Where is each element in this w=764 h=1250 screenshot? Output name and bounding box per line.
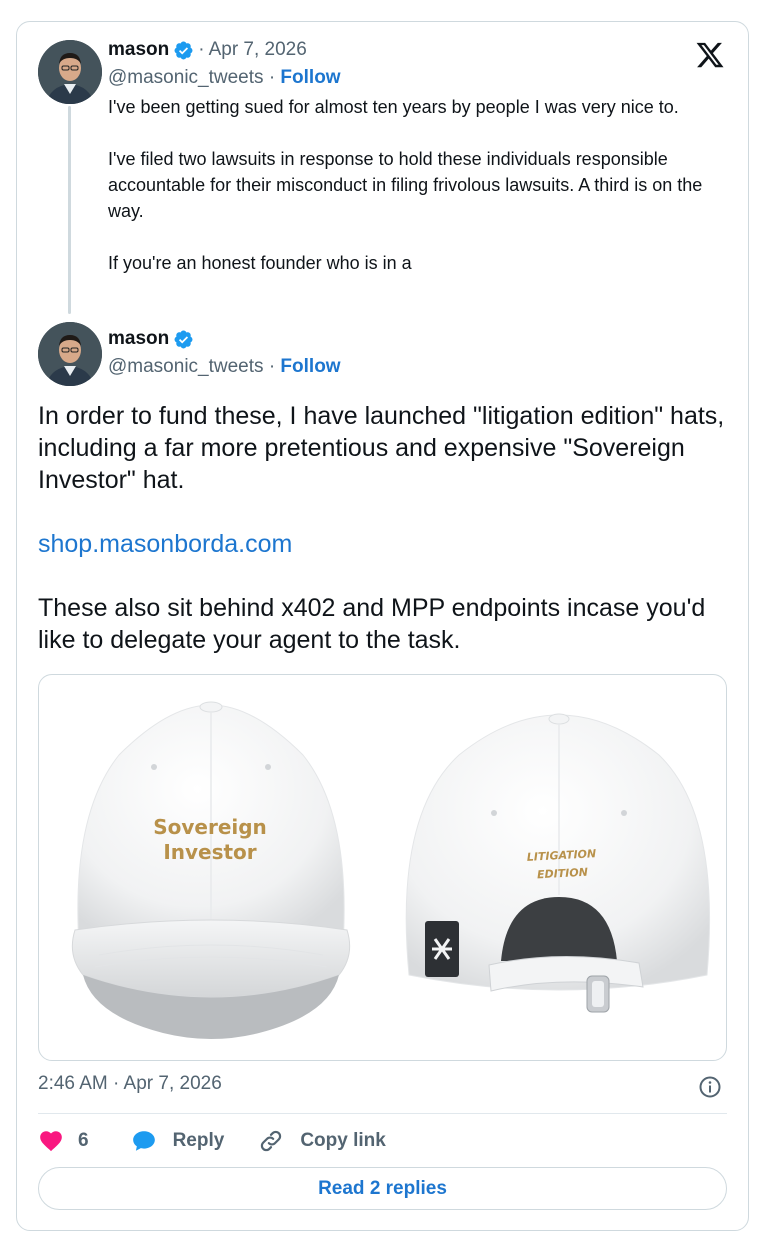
verified-badge-icon bbox=[174, 330, 193, 348]
hats-photo bbox=[71, 701, 711, 1039]
heart-icon bbox=[40, 1131, 62, 1152]
reply-label: Reply bbox=[172, 1130, 225, 1151]
like-count: 6 bbox=[78, 1130, 89, 1151]
main-handle-separator: · bbox=[268, 356, 281, 377]
verified-badge-icon bbox=[174, 41, 193, 59]
hat-back-embroidery: LITIGATION EDITION bbox=[506, 844, 618, 886]
main-author-avatar[interactable] bbox=[38, 322, 102, 386]
main-paragraph-1: In order to fund these, I have launched … bbox=[38, 402, 725, 494]
main-follow-button[interactable]: Follow bbox=[280, 356, 340, 377]
reply-button[interactable]: Reply bbox=[131, 1128, 225, 1154]
main-handle[interactable]: @masonic_tweets bbox=[108, 356, 264, 377]
quoted-paragraph: If you're an honest founder who is in a bbox=[108, 253, 412, 273]
main-author-row: mason bbox=[108, 328, 194, 350]
quoted-handle-separator: · bbox=[268, 67, 281, 88]
tweet-actions-bar: 6 Reply Copy link bbox=[38, 1124, 420, 1158]
front-hat-illustration bbox=[71, 701, 351, 1039]
quoted-paragraph: I've filed two lawsuits in response to h… bbox=[108, 149, 703, 221]
quoted-author-name[interactable]: mason bbox=[108, 39, 169, 61]
quoted-handle-row: @masonic_tweets · Follow bbox=[108, 67, 341, 89]
avatar-portrait-icon bbox=[38, 322, 102, 386]
copy-link-button[interactable]: Copy link bbox=[258, 1128, 386, 1154]
quoted-author-avatar[interactable] bbox=[38, 40, 102, 104]
x-logo-icon[interactable] bbox=[694, 40, 726, 70]
reply-bubble-icon bbox=[132, 1131, 155, 1151]
main-author-name[interactable]: mason bbox=[108, 328, 169, 350]
like-button[interactable]: 6 bbox=[38, 1128, 89, 1154]
actions-divider bbox=[38, 1113, 727, 1114]
quoted-separator: · bbox=[198, 39, 205, 60]
quoted-author-row: mason · Apr 7, 2026 bbox=[108, 39, 307, 61]
copy-link-label: Copy link bbox=[300, 1130, 386, 1151]
quoted-follow-button[interactable]: Follow bbox=[280, 67, 340, 88]
quoted-tweet-text: I've been getting sued for almost ten ye… bbox=[108, 94, 708, 302]
main-paragraph-2: These also sit behind x402 and MPP endpo… bbox=[38, 594, 706, 654]
tweet-timestamp[interactable]: 2:46 AM · Apr 7, 2026 bbox=[38, 1073, 222, 1095]
hat-front-text-line2: Investor bbox=[163, 840, 257, 864]
tweet-media-image[interactable]: Sovereign Investor LITIGATION EDITION bbox=[38, 674, 727, 1061]
quoted-handle[interactable]: @masonic_tweets bbox=[108, 67, 264, 88]
info-icon[interactable] bbox=[698, 1075, 722, 1099]
main-tweet-text: In order to fund these, I have launched … bbox=[38, 400, 728, 688]
main-handle-row: @masonic_tweets · Follow bbox=[108, 356, 341, 378]
hat-front-text-line1: Sovereign bbox=[153, 815, 267, 839]
quoted-date[interactable]: Apr 7, 2026 bbox=[209, 39, 307, 61]
read-replies-button[interactable]: Read 2 replies bbox=[38, 1167, 727, 1210]
shop-link[interactable]: shop.masonborda.com bbox=[38, 528, 728, 560]
quoted-paragraph: I've been getting sued for almost ten ye… bbox=[108, 97, 679, 117]
avatar-portrait-icon bbox=[38, 40, 102, 104]
thread-connector-line bbox=[68, 106, 71, 314]
hat-front-embroidery: Sovereign Investor bbox=[135, 815, 285, 865]
link-icon bbox=[261, 1130, 282, 1152]
